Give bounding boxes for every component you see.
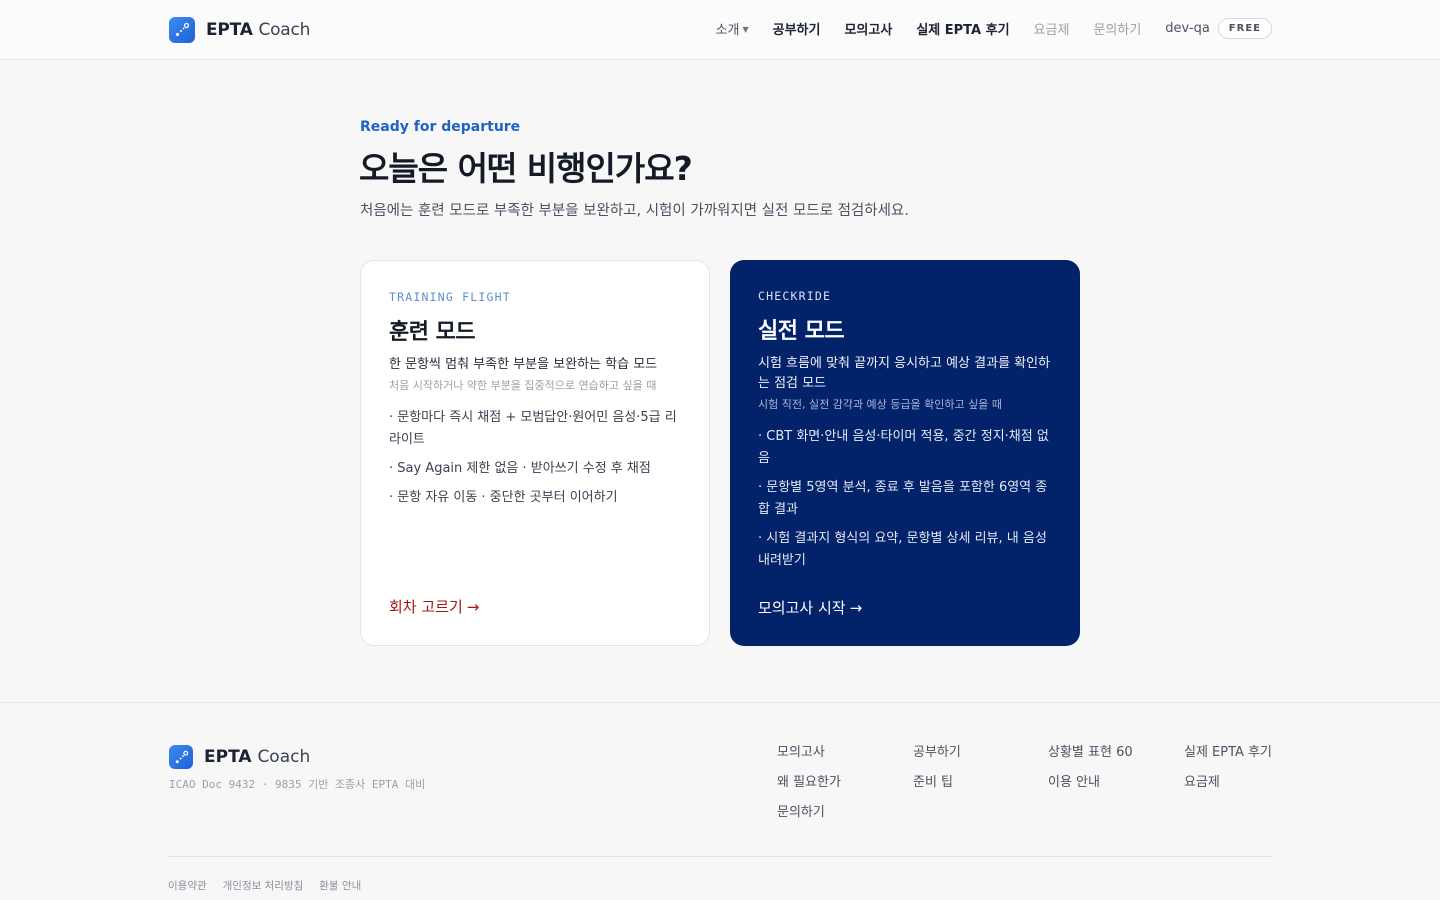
footer-link[interactable]: 문의하기 xyxy=(777,805,841,821)
footer: EPTA Coach ICAO Doc 9432 · 9835 기반 조종사 E… xyxy=(0,702,1440,900)
list-item: · 문항별 5영역 분석, 종료 후 발음을 포함한 6영역 종합 결과 xyxy=(758,480,1048,517)
list-item: · 문항마다 즉시 채점 + 모범답안·원어민 음성·5급 리라이트 xyxy=(389,410,677,447)
footer-link[interactable]: 모의고사 xyxy=(777,745,841,761)
terms-link[interactable]: 이용약관 xyxy=(168,878,207,893)
list-item: · Say Again 제한 없음 · 받아쓰기 수정 후 채점 xyxy=(389,461,651,476)
main-nav: 소개 ▼ 공부하기 모의고사 실제 EPTA 후기 요금제 문의하기 dev-qa… xyxy=(692,18,1272,39)
nav-item-pricing[interactable]: 요금제 xyxy=(1034,19,1070,38)
nav-item-reviews[interactable]: 실제 EPTA 후기 xyxy=(916,19,1009,38)
start-mock-exam-link[interactable]: 모의고사 시작 → xyxy=(758,597,862,618)
nav-item-contact[interactable]: 문의하기 xyxy=(1093,19,1141,38)
training-mode-card[interactable]: TRAINING FLIGHT 훈련 모드 한 문항씩 멈춰 부족한 부분을 보… xyxy=(360,260,710,646)
arrow-right-icon: → xyxy=(466,598,480,616)
flight-path-icon xyxy=(169,17,195,43)
nav-item-intro[interactable]: 소개 ▼ xyxy=(716,19,749,38)
legal-links: 이용약관 개인정보 처리방침 환불 안내 xyxy=(168,878,377,893)
chevron-down-icon: ▼ xyxy=(742,25,749,34)
arrow-right-icon: → xyxy=(849,599,863,617)
footer-link[interactable]: 실제 EPTA 후기 xyxy=(1184,745,1272,761)
flight-path-icon xyxy=(169,745,193,769)
list-item: · CBT 화면·안내 음성·타이머 적용, 중간 정지·채점 없음 xyxy=(758,429,1049,466)
brand-link[interactable]: EPTA Coach xyxy=(169,17,310,43)
card-note: 처음 시작하거나 약한 부분을 집중적으로 연습하고 싶을 때 xyxy=(389,379,657,392)
footer-link[interactable]: 공부하기 xyxy=(913,745,961,761)
footer-brand-name: EPTA Coach xyxy=(204,747,311,767)
page-title: 오늘은 어떤 비행인가요? xyxy=(359,149,693,188)
list-item: · 시험 결과지 형식의 요약, 문항별 상세 리뷰, 내 음성 내려받기 xyxy=(758,531,1047,568)
user-name[interactable]: dev-qa xyxy=(1165,21,1210,36)
footer-divider xyxy=(168,856,1272,857)
feature-list: · CBT 화면·안내 음성·타이머 적용, 중간 정지·채점 없음 · 문항별… xyxy=(758,426,1052,572)
footer-column: 실제 EPTA 후기 요금제 xyxy=(1184,745,1272,805)
footer-link[interactable]: 준비 팁 xyxy=(913,775,961,791)
card-description: 시험 흐름에 맞춰 끝까지 응시하고 예상 결과를 확인하는 점검 모드 xyxy=(758,356,1051,391)
hero-eyebrow: Ready for departure xyxy=(360,119,521,135)
footer-link[interactable]: 상황별 표현 60 xyxy=(1048,745,1133,761)
privacy-link[interactable]: 개인정보 처리방침 xyxy=(223,878,304,893)
footer-brand[interactable]: EPTA Coach xyxy=(169,745,310,769)
plan-badge: FREE xyxy=(1217,18,1272,39)
footer-link[interactable]: 요금제 xyxy=(1184,775,1272,791)
footer-link[interactable]: 왜 필요한가 xyxy=(777,775,841,791)
hero-lead: 처음에는 훈련 모드로 부족한 부분을 보완하고, 시험이 가까워지면 실전 모… xyxy=(360,203,909,219)
card-description: 한 문항씩 멈춰 부족한 부분을 보완하는 학습 모드 xyxy=(389,357,658,372)
footer-column: 상황별 표현 60 이용 안내 xyxy=(1048,745,1133,805)
refund-link[interactable]: 환불 안내 xyxy=(319,878,361,893)
list-item: · 문항 자유 이동 · 중단한 곳부터 이어하기 xyxy=(389,490,618,505)
nav-item-mock-exam[interactable]: 모의고사 xyxy=(844,19,892,38)
footer-column: 공부하기 준비 팁 xyxy=(913,745,961,805)
choose-round-link[interactable]: 회차 고르기 → xyxy=(389,596,479,617)
card-tag: TRAINING FLIGHT xyxy=(389,290,511,304)
footer-tagline: ICAO Doc 9432 · 9835 기반 조종사 EPTA 대비 xyxy=(169,778,426,791)
card-note: 시험 직전, 실전 감각과 예상 등급을 확인하고 싶을 때 xyxy=(758,398,1002,411)
card-title: 훈련 모드 xyxy=(389,320,476,345)
footer-link[interactable]: 이용 안내 xyxy=(1048,775,1133,791)
top-header: EPTA Coach 소개 ▼ 공부하기 모의고사 실제 EPTA 후기 요금제 … xyxy=(0,0,1440,60)
footer-column: 모의고사 왜 필요한가 문의하기 xyxy=(777,745,841,835)
feature-list: · 문항마다 즉시 채점 + 모범답안·원어민 음성·5급 리라이트 · Say… xyxy=(389,407,681,509)
card-tag: CHECKRIDE xyxy=(758,289,832,303)
checkride-mode-card[interactable]: CHECKRIDE 실전 모드 시험 흐름에 맞춰 끝까지 응시하고 예상 결과… xyxy=(730,260,1080,646)
card-title: 실전 모드 xyxy=(758,319,845,344)
brand-name: EPTA Coach xyxy=(206,20,311,40)
nav-item-study[interactable]: 공부하기 xyxy=(773,19,821,38)
